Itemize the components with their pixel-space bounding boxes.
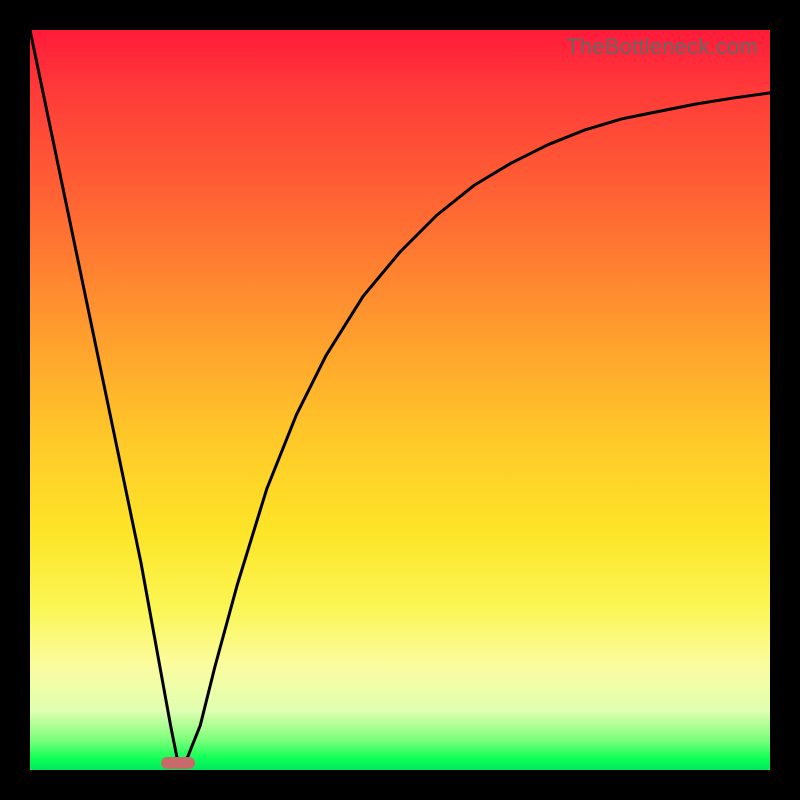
plot-area: TheBottleneck.com: [30, 30, 770, 770]
chart-frame: TheBottleneck.com: [0, 0, 800, 800]
curve-svg: [30, 30, 770, 770]
bottleneck-curve: [30, 30, 770, 763]
optimum-marker: [161, 757, 195, 769]
